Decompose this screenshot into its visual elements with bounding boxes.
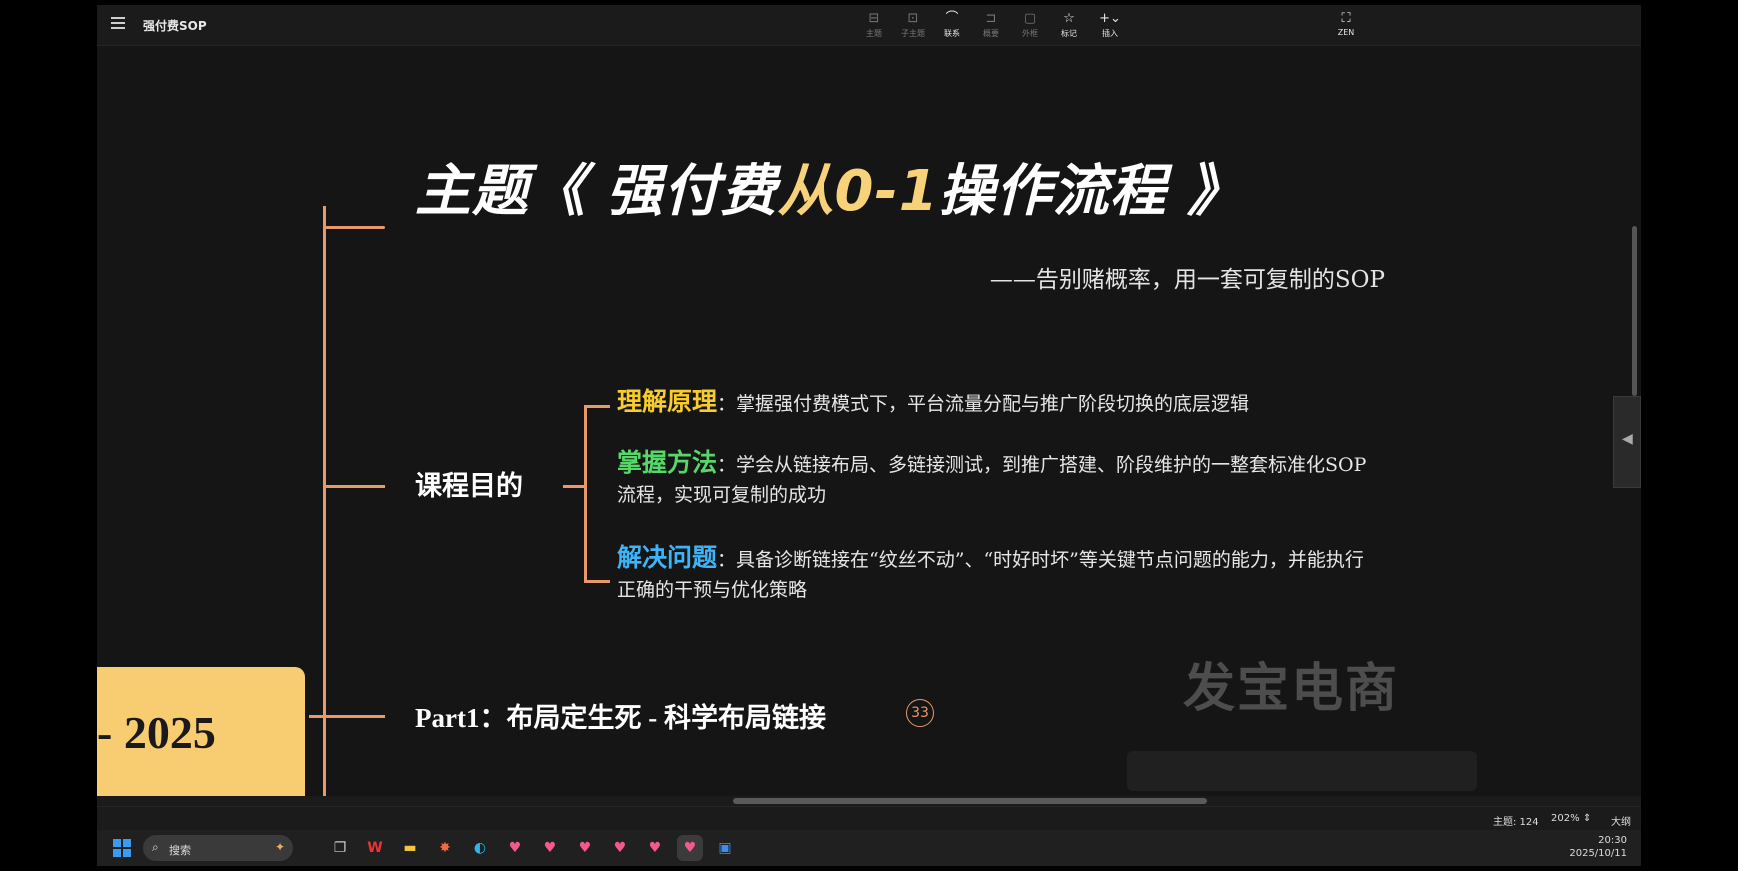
insert-label: 插入 xyxy=(1102,29,1118,38)
marker-label: 标记 xyxy=(1061,29,1077,38)
blurred-region xyxy=(1127,751,1477,791)
app-heart-icon-5[interactable]: ♥ xyxy=(642,835,668,861)
taskbar: ⌕ 搜索 ✦ ❐ W ▬ ✸ ◐ ♥ ♥ ♥ ♥ ♥ ♥ ▣ 20:30 202… xyxy=(97,830,1641,866)
goal-node[interactable]: 课程目的 xyxy=(415,464,523,503)
title-prefix: 主题《 强付费 xyxy=(415,159,778,224)
edge-browser-icon[interactable]: ◐ xyxy=(467,835,493,861)
collapsed-count-badge[interactable]: 33 xyxy=(906,699,934,727)
mindmap-canvas[interactable]: 主题《 强付费从0-1操作流程 》 ——告别赌概率，用一套可复制的SOP 课程目… xyxy=(97,46,1641,842)
subtopic-icon: ⊡ xyxy=(907,11,919,26)
zen-label: ZEN xyxy=(1337,28,1355,37)
marker-button[interactable]: ☆ 标记 xyxy=(1052,11,1086,39)
horizontal-scrollbar[interactable] xyxy=(97,796,1641,806)
app-window: 强付费SOP ⊟ 主题 ⊡ 子主题 ⌒ 联系 ⊐ 概要 ▢ 外框 ☆ 标记 +⌄… xyxy=(97,5,1641,866)
relation-label: 联系 xyxy=(944,29,960,38)
goal-text-1: ：掌握强付费模式下，平台流量分配与推广阶段切换的底层逻辑 xyxy=(717,393,1250,415)
subtopic-label: 子主题 xyxy=(901,29,925,38)
topic-icon: ⊟ xyxy=(868,11,880,26)
goal-key-1: 理解原理 xyxy=(617,387,718,416)
mindmap-app-icon[interactable]: ▣ xyxy=(712,835,738,861)
goal-key-2: 掌握方法 xyxy=(617,448,718,477)
goal-item-3[interactable]: 解决问题：具备诊断链接在“纹丝不动”、“时好时坏”等关键节点问题的能力，并能执行… xyxy=(617,543,1377,605)
goal-text-2: ：学会从链接布局、多链接测试，到推广搭建、阶段维护的一整套标准化SOP流程，实现… xyxy=(617,454,1367,506)
system-clock[interactable]: 20:30 2025/10/11 xyxy=(1569,834,1627,860)
branch-goal-connector xyxy=(323,485,385,488)
summary-label: 概要 xyxy=(983,29,999,38)
title-suffix: 操作流程 》 xyxy=(938,159,1245,224)
app-heart-icon-2[interactable]: ♥ xyxy=(537,835,563,861)
horizontal-scrollbar-thumb[interactable] xyxy=(733,798,1207,804)
topic-count: 主题: 124 xyxy=(1493,817,1539,828)
goal-item-1[interactable]: 理解原理：掌握强付费模式下，平台流量分配与推广阶段切换的底层逻辑 xyxy=(617,387,1377,419)
title-highlight: 从0-1 xyxy=(777,159,939,224)
goal-tick-3 xyxy=(584,580,610,583)
search-placeholder: 搜索 xyxy=(169,844,191,857)
year-label: - 2025 xyxy=(97,707,216,758)
mindmap-title[interactable]: 主题《 强付费从0-1操作流程 》 xyxy=(415,146,1244,227)
zoom-stepper-icon[interactable]: ⇕ xyxy=(1583,813,1591,824)
mindmap-subtitle: ——告别赌概率，用一套可复制的SOP xyxy=(989,267,1385,293)
chevron-left-icon: ◀ xyxy=(1622,431,1633,447)
branch-title-connector xyxy=(323,226,385,229)
outline-button[interactable]: 大纲 xyxy=(1611,813,1631,828)
main-branch-line xyxy=(323,206,326,800)
boundary-icon: ▢ xyxy=(1023,11,1037,26)
goal-item-2[interactable]: 掌握方法：学会从链接布局、多链接测试，到推广搭建、阶段维护的一整套标准化SOP流… xyxy=(617,448,1377,510)
subtopic-button[interactable]: ⊡ 子主题 xyxy=(896,11,930,39)
fullscreen-icon: ⛶ xyxy=(1341,11,1351,26)
zen-button[interactable]: ⛶ ZEN xyxy=(1329,11,1363,37)
app-orange-icon[interactable]: ✸ xyxy=(432,835,458,861)
vertical-scrollbar[interactable] xyxy=(1632,226,1637,396)
clock-time: 20:30 xyxy=(1598,835,1627,846)
summary-button[interactable]: ⊐ 概要 xyxy=(974,11,1008,39)
relation-button[interactable]: ⌒ 联系 xyxy=(935,11,969,39)
menu-icon[interactable] xyxy=(111,17,125,29)
task-view-icon[interactable]: ❐ xyxy=(327,835,353,861)
boundary-button[interactable]: ▢ 外框 xyxy=(1013,11,1047,39)
watermark: 发宝电商 xyxy=(1183,659,1400,719)
taskbar-search[interactable]: ⌕ 搜索 ✦ xyxy=(143,835,293,861)
status-bar: 主题: 124 202% ⇕ 大纲 xyxy=(97,806,1641,831)
wps-icon[interactable]: W xyxy=(362,835,388,861)
goal-key-3: 解决问题 xyxy=(617,543,718,572)
goal-text-3: ：具备诊断链接在“纹丝不动”、“时好时坏”等关键节点问题的能力，并能执行正确的干… xyxy=(617,549,1364,601)
summary-icon: ⊐ xyxy=(985,11,997,26)
topic-label: 主题 xyxy=(866,29,882,38)
topic-button[interactable]: ⊟ 主题 xyxy=(857,11,891,39)
boundary-label: 外框 xyxy=(1022,29,1038,38)
branch-part1-connector xyxy=(309,715,385,718)
part1-node[interactable]: Part1：布局定生死 - 科学布局链接 xyxy=(415,696,826,735)
windows-start-icon[interactable] xyxy=(113,839,131,857)
document-title: 强付费SOP xyxy=(143,19,207,33)
top-toolbar: 强付费SOP ⊟ 主题 ⊡ 子主题 ⌒ 联系 ⊐ 概要 ▢ 外框 ☆ 标记 +⌄… xyxy=(97,5,1641,46)
goal-bracket xyxy=(584,405,587,583)
app-heart-icon-4[interactable]: ♥ xyxy=(607,835,633,861)
side-panel-toggle[interactable]: ◀ xyxy=(1613,396,1641,488)
plus-chevron-icon: +⌄ xyxy=(1099,11,1121,26)
insert-button[interactable]: +⌄ 插入 xyxy=(1093,11,1127,39)
relation-icon: ⌒ xyxy=(945,11,959,26)
search-icon: ⌕ xyxy=(152,840,159,854)
clock-date: 2025/10/11 xyxy=(1569,848,1627,859)
app-heart-icon-active[interactable]: ♥ xyxy=(677,835,703,861)
star-icon: ☆ xyxy=(1063,11,1075,26)
search-highlight-icon: ✦ xyxy=(274,840,285,854)
zoom-level[interactable]: 202% xyxy=(1551,813,1580,824)
app-heart-icon-1[interactable]: ♥ xyxy=(502,835,528,861)
app-heart-icon-3[interactable]: ♥ xyxy=(572,835,598,861)
file-explorer-icon[interactable]: ▬ xyxy=(397,835,423,861)
goal-tick-1 xyxy=(584,405,610,408)
curve-top xyxy=(323,226,326,261)
